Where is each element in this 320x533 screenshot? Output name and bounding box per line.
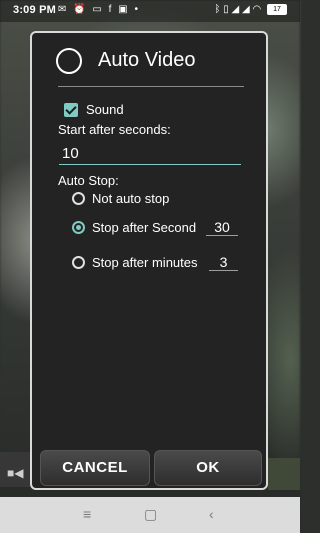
stop-after-minutes-input[interactable]: 3 <box>209 253 238 271</box>
facebook-icon: f <box>108 4 114 15</box>
signal-icon: ◢ <box>231 4 240 16</box>
stop-after-minutes-label: Stop after minutes <box>92 255 198 270</box>
not-auto-stop-radio[interactable] <box>72 192 85 205</box>
status-bar: 3:09 PM ✉ ⏰ ▭ f ▣ • ᛒ ▯ ◢ ◢ ◠ 17 <box>0 0 300 22</box>
back-icon[interactable]: ‹ <box>209 506 214 522</box>
sound-label: Sound <box>86 102 124 117</box>
alarm-icon: ⏰ <box>73 4 88 15</box>
dialog-title: Auto Video <box>98 49 196 71</box>
battery-level: 17 <box>273 6 281 13</box>
vibrate-icon: ▯ <box>223 4 229 16</box>
navigation-bar: ≡ ▢ ‹ <box>0 497 300 533</box>
bag-icon: ▣ <box>118 4 130 15</box>
mail-icon: ✉ <box>58 4 69 15</box>
video-camera-icon[interactable]: ■◀ <box>7 466 23 480</box>
wifi-icon: ◠ <box>252 4 262 16</box>
cancel-button[interactable]: CANCEL <box>40 450 150 486</box>
battery-icon: 17 <box>267 4 287 15</box>
sd-card-icon: ▭ <box>92 4 104 15</box>
stop-after-second-input[interactable]: 30 <box>206 218 238 236</box>
stop-after-second-label: Stop after Second <box>92 220 197 235</box>
stop-after-minutes-radio[interactable] <box>72 256 85 269</box>
sound-checkbox[interactable] <box>64 103 78 117</box>
notification-icons: ✉ ⏰ ▭ f ▣ • <box>58 4 140 15</box>
signal-icon: ◢ <box>242 4 250 16</box>
dot-icon: • <box>134 4 140 15</box>
start-after-seconds-input[interactable]: 10 <box>59 143 241 165</box>
dialog-title-bar: Auto Video <box>32 33 266 88</box>
stop-after-second-radio[interactable] <box>72 221 85 234</box>
home-icon[interactable]: ▢ <box>144 506 157 523</box>
circle-icon <box>56 48 82 74</box>
bluetooth-icon: ᛒ <box>214 4 221 16</box>
auto-stop-label: Auto Stop: <box>58 173 119 188</box>
title-divider <box>58 86 244 87</box>
system-icons: ᛒ ▯ ◢ ◢ ◠ 17 <box>214 4 287 15</box>
not-auto-stop-label: Not auto stop <box>92 191 170 206</box>
start-after-label: Start after seconds: <box>58 122 171 137</box>
side-thumbnail[interactable] <box>268 458 300 490</box>
ok-button[interactable]: OK <box>154 450 262 486</box>
status-time: 3:09 PM <box>13 4 56 16</box>
auto-video-dialog: Auto Video Sound Start after seconds: 10… <box>30 31 268 490</box>
menu-icon[interactable]: ≡ <box>83 506 91 522</box>
